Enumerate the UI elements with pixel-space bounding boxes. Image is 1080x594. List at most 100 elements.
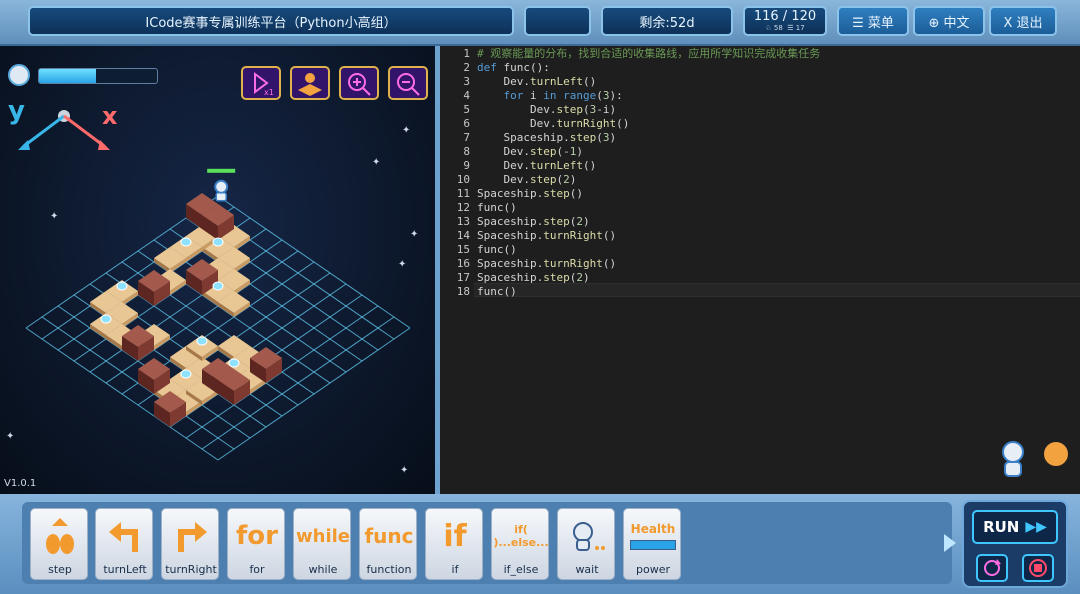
energy-capsule-icon <box>212 281 224 291</box>
energy-capsule-icon <box>212 237 224 247</box>
progress-count: 116 / 120 <box>753 9 817 24</box>
code-editor[interactable]: 1 2 3 4 5 6 7 8 9 10 11 12 13 14 15 16 1… <box>440 46 1080 494</box>
line-number: 12 <box>456 201 470 214</box>
code-line[interactable]: Dev.step(3-i) <box>477 103 616 117</box>
blank-panel <box>524 6 591 36</box>
line-number: 17 <box>456 271 470 284</box>
code-line[interactable]: for i in range(3): <box>477 89 623 103</box>
robot-wait-icon <box>558 513 616 559</box>
fast-forward-icon: ▶▶ <box>1025 519 1047 535</box>
block-label: power <box>636 563 670 576</box>
run-label: RUN <box>983 518 1020 536</box>
score-sub-a: 58 <box>773 24 783 32</box>
line-number: 5 <box>463 103 470 116</box>
step-icon <box>31 513 89 559</box>
language-button[interactable]: ⊕ 中文 <box>913 6 985 36</box>
code-line[interactable]: # 观察能量的分布，找到合适的收集路线，应用所学知识完成收集任务 <box>477 47 820 61</box>
code-line[interactable]: Spaceship.turnRight() <box>477 229 616 243</box>
code-line[interactable]: Spaceship.step() <box>477 187 583 201</box>
run-button[interactable]: RUN ▶▶ <box>972 510 1058 544</box>
block-turnleft[interactable]: turnLeft <box>95 508 153 580</box>
line-number: 18 <box>456 285 470 298</box>
energy-capsule-icon <box>180 237 192 247</box>
block-step[interactable]: step <box>30 508 88 580</box>
code-line[interactable]: Dev.step(-1) <box>477 145 583 159</box>
game-scene[interactable]: ✦ ✦ ✦ ✦ ✦ ✦ ✦ ✦ y x x1 V1.0.1 <box>0 46 435 494</box>
robot-body <box>215 192 227 202</box>
menu-button[interactable]: ☰ 菜单 <box>837 6 909 36</box>
energy-capsule-icon <box>196 336 208 346</box>
block-while[interactable]: while while <box>293 508 351 580</box>
robot-dev-icon <box>214 179 229 194</box>
version-label: V1.0.1 <box>4 478 37 489</box>
bottom-toolbar: step turnLeft turnRight for for while wh… <box>0 494 1080 594</box>
health-bar-icon <box>630 540 676 550</box>
energy-capsule-icon <box>100 314 112 324</box>
stop-button[interactable] <box>1022 554 1054 582</box>
line-number: 3 <box>463 75 470 88</box>
line-number: 10 <box>456 173 470 186</box>
block-label: function <box>366 563 412 576</box>
while-art: while <box>296 525 350 547</box>
block-label: if <box>451 563 459 576</box>
exit-label: X 退出 <box>1003 15 1043 31</box>
power-art: Health <box>624 513 682 559</box>
top-bar: ICode赛事专属训练平台（Python小高组） 剩余:52d 116 / 12… <box>0 0 1080 46</box>
code-line[interactable]: Dev.step(2) <box>477 173 576 187</box>
block-label: if_else <box>503 563 539 576</box>
for-art: for <box>236 521 278 551</box>
bell-icon[interactable] <box>1044 442 1068 466</box>
block-if[interactable]: if if <box>425 508 483 580</box>
line-number: 9 <box>463 159 470 172</box>
energy-capsule-icon <box>116 281 128 291</box>
palette-scroll-right-icon[interactable] <box>944 534 956 552</box>
block-label: wait <box>575 563 599 576</box>
mascot-robot-icon <box>998 440 1028 480</box>
block-label: for <box>249 563 265 576</box>
code-line[interactable]: Spaceship.turnRight() <box>477 257 616 271</box>
score-sub-b: 17 <box>795 24 805 32</box>
block-function[interactable]: func function <box>359 508 417 580</box>
code-line[interactable]: Dev.turnLeft() <box>477 75 596 89</box>
line-number: 15 <box>456 243 470 256</box>
isometric-grid <box>25 168 411 461</box>
turn-left-arrow-icon <box>96 513 154 559</box>
energy-capsule-icon <box>180 369 192 379</box>
progress-subcount: ♘ 58 ☰ 17 <box>765 24 805 32</box>
energy-capsule-icon <box>228 358 240 368</box>
code-line[interactable]: Spaceship.step(3) <box>477 131 616 145</box>
block-turnright[interactable]: turnRight <box>161 508 219 580</box>
code-line[interactable]: Dev.turnLeft() <box>477 159 596 173</box>
block-label: while <box>308 563 338 576</box>
page-title-text: ICode赛事专属训练平台（Python小高组） <box>145 15 397 31</box>
block-if-else[interactable]: if( )...else... if_else <box>491 508 549 580</box>
code-line[interactable]: func() <box>477 285 517 299</box>
code-line[interactable]: func() <box>477 201 517 215</box>
code-line[interactable]: def func(): <box>477 61 550 75</box>
exit-button[interactable]: X 退出 <box>989 6 1057 36</box>
language-label: ⊕ 中文 <box>928 15 970 31</box>
line-number: 16 <box>456 257 470 270</box>
stop-icon <box>1029 559 1047 577</box>
turn-right-arrow-icon <box>162 513 220 559</box>
block-wait[interactable]: wait <box>557 508 615 580</box>
line-gutter: 1 2 3 4 5 6 7 8 9 10 11 12 13 14 15 16 1… <box>440 46 474 494</box>
block-label: turnRight <box>165 563 217 576</box>
reset-icon <box>984 559 1001 576</box>
code-line[interactable]: Spaceship.step(2) <box>477 215 590 229</box>
block-power[interactable]: Health power <box>623 508 681 580</box>
progress-counter: 116 / 120 ♘ 58 ☰ 17 <box>743 6 827 36</box>
if-else-art: if( )...else... <box>493 523 549 549</box>
block-label: turnLeft <box>103 563 147 576</box>
block-for[interactable]: for for <box>227 508 285 580</box>
code-line[interactable]: Spaceship.step(2) <box>477 271 590 285</box>
page-title: ICode赛事专属训练平台（Python小高组） <box>28 6 514 36</box>
block-palette: step turnLeft turnRight for for while wh… <box>22 502 952 584</box>
remaining-days: 剩余:52d <box>601 6 733 36</box>
code-line[interactable]: func() <box>477 243 517 257</box>
reset-button[interactable] <box>976 554 1008 582</box>
current-line-highlight <box>474 283 1080 297</box>
line-number: 4 <box>463 89 470 102</box>
if-art: if <box>443 518 467 554</box>
code-line[interactable]: Dev.turnRight() <box>477 117 629 131</box>
